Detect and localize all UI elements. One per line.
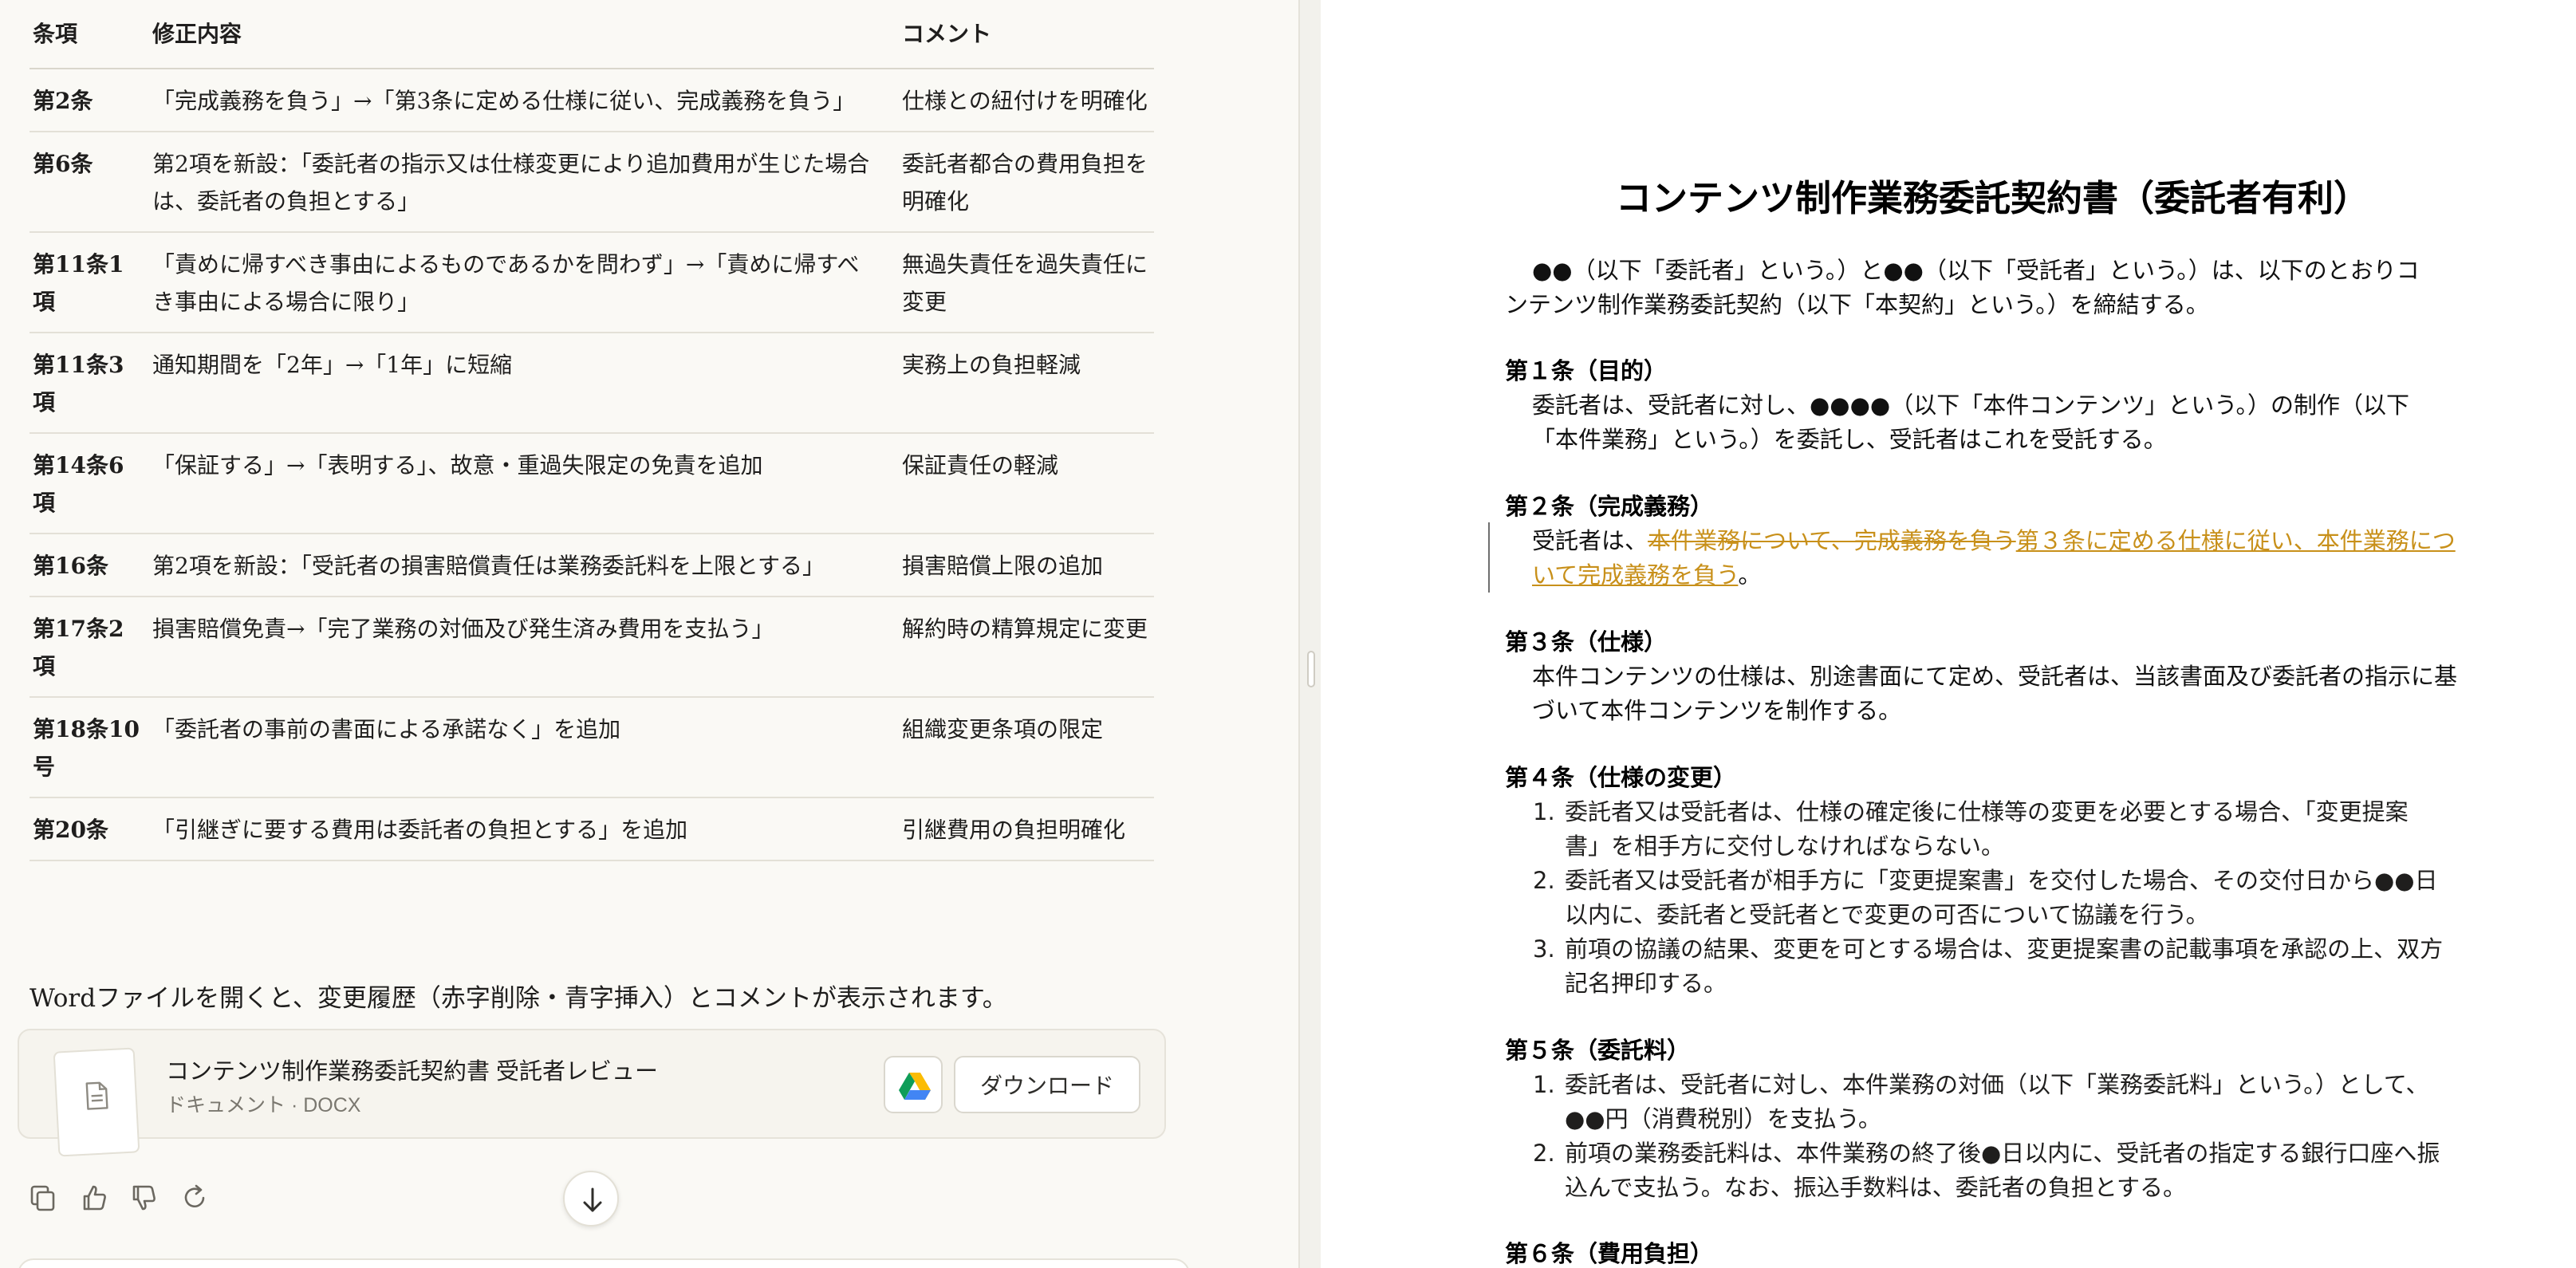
list-item-line: 前項の協議の結果、変更を可とする場合は、変更提案書の記載事項を承認の上、双方 [1565, 935, 2444, 963]
article-2-line-2: いて完成義務を負う。 [1532, 558, 1761, 593]
header-change: 修正内容 [149, 0, 899, 69]
row-change: 「引継ぎに要する費用は委託者の負担とする」を追加 [149, 797, 899, 861]
table-row: 第11条3項 通知期間を「2年」→「1年」に短縮 実務上の負担軽減 [30, 333, 1154, 434]
row-clause: 第18条10号 [30, 697, 149, 798]
list-item-line: 委託者は、受託者に対し、本件業務の対価（以下「業務委託料」という。）として、 [1565, 1071, 2429, 1098]
row-comment: 組織変更条項の限定 [899, 697, 1154, 798]
row-clause: 第11条3項 [30, 333, 149, 434]
tracked-insertion: いて完成義務を負う [1532, 561, 1739, 589]
article-1-line-1: 委託者は、受託者に対し、●●●●（以下「本件コンテンツ」という。）の制作（以下 [1532, 392, 2409, 419]
list-number: 1. [1533, 798, 1555, 825]
table-row: 第11条1項 「責めに帰すべき事由によるものであるかを問わず」→「責めに帰すべき… [30, 232, 1154, 333]
article-1-line-2: 「本件業務」という。）を委託し、受託者はこれを受託する。 [1532, 426, 2167, 453]
list-number: 1. [1533, 1071, 1555, 1098]
article-3-line-1: 本件コンテンツの仕様は、別途書面にて定め、受託者は、当該書面及び委託者の指示に基 [1532, 663, 2458, 690]
copy-icon[interactable] [27, 1182, 59, 1214]
row-comment: 仕様との紐付けを明確化 [899, 69, 1154, 132]
row-comment: 委託者都合の費用負担を明確化 [899, 132, 1154, 233]
thumbs-down-icon[interactable] [128, 1182, 160, 1214]
revision-table: 条項 修正内容 コメント 第2条 「完成義務を負う」→「第3条に定める仕様に従い… [30, 0, 1154, 861]
row-comment: 引継費用の負担明確化 [899, 797, 1154, 861]
list-number: 2. [1533, 867, 1555, 894]
header-comment: コメント [899, 0, 1154, 69]
table-header-row: 条項 修正内容 コメント [30, 0, 1154, 69]
row-change: 第2項を新設：「委託者の指示又は仕様変更により追加費用が生じた場合は、委託者の負… [149, 132, 899, 233]
row-comment: 実務上の負担軽減 [899, 333, 1154, 434]
list-item-line: 記名押印する。 [1565, 970, 1727, 997]
table-row: 第6条 第2項を新設：「委託者の指示又は仕様変更により追加費用が生じた場合は、委… [30, 132, 1154, 233]
list-item-line: 委託者又は受託者が相手方に「変更提案書」を交付した場合、その交付日から●●日 [1565, 867, 2438, 894]
list-item-line: 以内に、委託者と受託者とで変更の可否について協議を行う。 [1565, 901, 2209, 928]
list-item-line: 委託者又は受託者は、仕様の確定後に仕様等の変更を必要とする場合、「変更提案 [1565, 798, 2409, 825]
document-preview-pane: コンテンツ制作業務委託契約書（委託者有利） ●●（以下「委託者」という。）と●●… [1321, 0, 2576, 1268]
table-row: 第16条 第2項を新設：「受託者の損害賠償責任は業務委託料を上限とする」 損害賠… [30, 534, 1154, 597]
intro-line-2: ンテンツ制作業務委託契約（以下「本契約」という。）を締結する。 [1505, 291, 2209, 318]
row-clause: 第14条6項 [30, 433, 149, 534]
table-row: 第17条2項 損害賠償免責→「完了業務の対価及び発生済み費用を支払う」 解約時の… [30, 597, 1154, 698]
tracked-deletion: 本件業務について、完成義務を負う [1648, 527, 2016, 554]
row-change: 「完成義務を負う」→「第3条に定める仕様に従い、完成義務を負う」 [149, 69, 899, 132]
row-comment: 無過失責任を過失責任に変更 [899, 232, 1154, 333]
row-comment: 解約時の精算規定に変更 [899, 597, 1154, 698]
scroll-down-button[interactable] [563, 1171, 619, 1227]
row-clause: 第20条 [30, 797, 149, 861]
article-2-line-1: 受託者は、本件業務について、完成義務を負う第３条に定める仕様に従い、本件業務につ [1532, 524, 2456, 558]
row-clause: 第2条 [30, 69, 149, 132]
resize-handle[interactable] [1307, 651, 1315, 687]
document-icon [53, 1047, 140, 1157]
article-2-suffix: 。 [1738, 561, 1762, 589]
row-change: 通知期間を「2年」→「1年」に短縮 [149, 333, 899, 434]
note-text: Wordファイルを開くと、変更履歴（赤字削除・青字挿入）とコメントが表示されます… [30, 984, 1007, 1013]
row-clause: 第11条1項 [30, 232, 149, 333]
message-composer[interactable] [18, 1258, 1190, 1268]
header-clause: 条項 [30, 0, 149, 69]
arrow-down-icon [583, 1187, 602, 1212]
article-1-heading: 第１条（目的） [1505, 357, 1668, 384]
table-row: 第20条 「引継ぎに要する費用は委託者の負担とする」を追加 引継費用の負担明確化 [30, 797, 1154, 861]
document-title: コンテンツ制作業務委託契約書（委託者有利） [1615, 177, 2369, 219]
row-change: 第2項を新設：「受託者の損害賠償責任は業務委託料を上限とする」 [149, 534, 899, 597]
table-row: 第14条6項 「保証する」→「表明する」、故意・重過失限定の免責を追加 保証責任… [30, 433, 1154, 534]
row-comment: 保証責任の軽減 [899, 433, 1154, 534]
row-change: 「委託者の事前の書面による承諾なく」を追加 [149, 697, 899, 798]
article-2-prefix: 受託者は、 [1532, 527, 1648, 554]
table-row: 第18条10号 「委託者の事前の書面による承諾なく」を追加 組織変更条項の限定 [30, 697, 1154, 798]
download-button[interactable]: ダウンロード [954, 1056, 1140, 1113]
article-5-heading: 第５条（委託料） [1505, 1037, 1691, 1064]
article-3-line-2: づいて本件コンテンツを制作する。 [1532, 697, 1902, 724]
list-number: 2. [1533, 1140, 1555, 1167]
row-change: 「保証する」→「表明する」、故意・重過失限定の免責を追加 [149, 433, 899, 534]
row-change: 損害賠償免責→「完了業務の対価及び発生済み費用を支払う」 [149, 597, 899, 698]
list-item-line: 前項の業務委託料は、本件業務の終了後●日以内に、受託者の指定する銀行口座へ振 [1565, 1140, 2440, 1167]
list-number: 3. [1533, 935, 1555, 963]
save-to-drive-button[interactable] [884, 1056, 943, 1113]
chat-pane: 条項 修正内容 コメント 第2条 「完成義務を負う」→「第3条に定める仕様に従い… [0, 0, 1298, 1268]
row-clause: 第6条 [30, 132, 149, 233]
row-clause: 第17条2項 [30, 597, 149, 698]
list-item-line: 込んで支払う。なお、振込手数料は、委託者の負担とする。 [1565, 1174, 2186, 1201]
table-row: 第2条 「完成義務を負う」→「第3条に定める仕様に従い、完成義務を負う」 仕様と… [30, 69, 1154, 132]
google-drive-icon [899, 1073, 931, 1100]
list-item-line: 書」を相手方に交付しなければならない。 [1565, 833, 2005, 860]
file-card[interactable]: コンテンツ制作業務委託契約書 受託者レビュー ドキュメント · DOCX ダウン… [18, 1029, 1166, 1157]
row-comment: 損害賠償上限の追加 [899, 534, 1154, 597]
thumbs-up-icon[interactable] [78, 1182, 110, 1214]
file-title: コンテンツ制作業務委託契約書 受託者レビュー [166, 1059, 659, 1085]
retry-icon[interactable] [179, 1182, 211, 1214]
pane-divider[interactable] [1298, 0, 1321, 1268]
article-3-heading: 第３条（仕様） [1505, 628, 1668, 656]
article-2-heading: 第２条（完成義務） [1505, 493, 1714, 520]
change-bar [1488, 522, 1490, 593]
article-6-heading: 第６条（費用負担） [1505, 1240, 1714, 1267]
row-change: 「責めに帰すべき事由によるものであるかを問わず」→「責めに帰すべき事由による場合… [149, 232, 899, 333]
row-clause: 第16条 [30, 534, 149, 597]
article-4-heading: 第４条（仕様の変更） [1505, 764, 1737, 791]
intro-line-1: ●●（以下「委託者」という。）と●●（以下「受託者」という。）は、以下のとおりコ [1532, 257, 2420, 284]
tracked-insertion: 第３条に定める仕様に従い、本件業務につ [2015, 527, 2456, 554]
list-item-line: ●●円（消費税別）を支払う。 [1565, 1105, 1881, 1132]
file-meta: ドキュメント · DOCX [166, 1094, 361, 1116]
